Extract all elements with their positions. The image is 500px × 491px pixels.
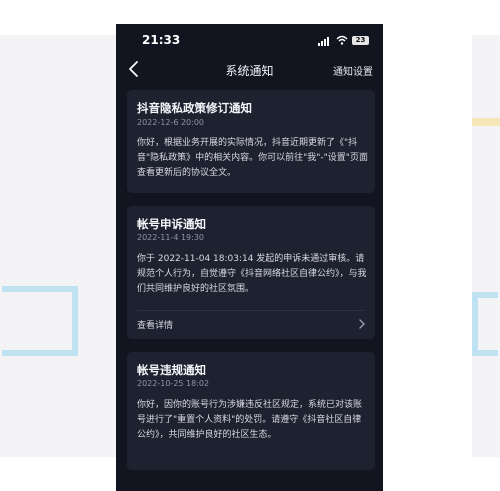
chevron-right-icon <box>359 319 365 329</box>
notification-date: 2022-12-6 20:00 <box>137 118 204 127</box>
notification-title: 抖音隐私政策修订通知 <box>137 101 252 115</box>
phone-screen: 21:33 23 系统通知 通知设置 抖音隐私政策修订通知 2022-12-6 … <box>116 24 383 491</box>
background-panel-left <box>0 35 118 457</box>
battery-icon: 23 <box>352 36 369 45</box>
notification-date: 2022-10-25 18:02 <box>137 379 210 388</box>
view-details-button[interactable]: 查看详情 <box>127 311 375 337</box>
view-details-label: 查看详情 <box>137 321 174 331</box>
notification-body: 你好，根据业务开展的实际情况，抖音近期更新了《"抖音"隐私政策》中的相关内容。你… <box>137 138 368 178</box>
background-shape-right <box>472 292 498 356</box>
notification-card[interactable]: 抖音隐私政策修订通知 2022-12-6 20:00 你好，根据业务开展的实际情… <box>127 90 375 193</box>
notification-card: 帐号申诉通知 2022-11-4 19:30 你于 2022-11-04 18:… <box>127 206 375 339</box>
notification-card[interactable]: 帐号违规通知 2022-10-25 18:02 你好，因你的账号行为涉嫌违反社区… <box>127 352 375 470</box>
status-bar: 21:33 23 <box>116 24 383 56</box>
notification-title: 帐号违规通知 <box>137 363 206 377</box>
status-time: 21:33 <box>142 33 181 47</box>
navigation-bar: 系统通知 通知设置 <box>116 56 383 86</box>
notification-settings-button[interactable]: 通知设置 <box>333 63 373 78</box>
wifi-icon <box>336 35 348 45</box>
notification-body: 你好，因你的账号行为涉嫌违反社区规定，系统已对该账号进行了"重置个人资料"的处罚… <box>137 400 363 440</box>
notification-date: 2022-11-4 19:30 <box>137 233 204 242</box>
notification-body: 你于 2022-11-04 18:03:14 发起的申诉未通过审核。请规范个人行… <box>137 254 367 294</box>
notification-title: 帐号申诉通知 <box>137 217 206 231</box>
signal-icon <box>318 37 332 46</box>
background-shape-left <box>2 286 78 356</box>
background-panel-right <box>472 35 500 457</box>
background-accent <box>472 118 500 126</box>
